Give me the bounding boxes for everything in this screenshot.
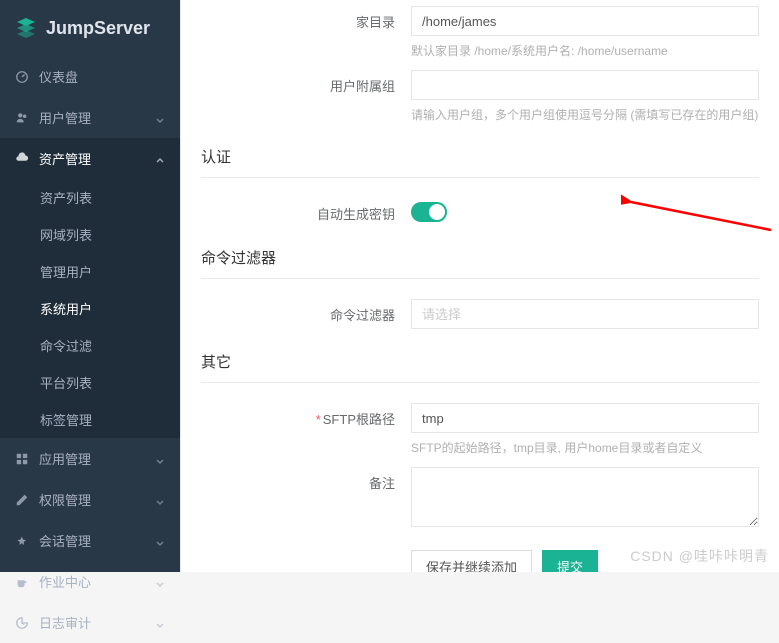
chevron-down-icon: [155, 536, 165, 546]
sidebar-item-label: 仪表盘: [39, 67, 78, 86]
input-home-dir[interactable]: [411, 6, 759, 36]
section-cmd-filter: 命令过滤器: [201, 229, 759, 279]
chevron-up-icon: [155, 154, 165, 164]
label-sftp-root: *SFTP根路径: [201, 403, 411, 457]
sidebar-item-users[interactable]: 用户管理: [0, 97, 180, 138]
sidebar: JumpServer 仪表盘 用户管理 资产管理 资产列表 网域列表 管理用户 …: [0, 0, 180, 572]
row-buttons: 保存并继续添加 提交: [201, 534, 759, 572]
edit-icon: [15, 493, 29, 507]
sidebar-item-label: 应用管理: [39, 449, 91, 468]
chevron-down-icon: [155, 577, 165, 587]
sidebar-item-audit[interactable]: 日志审计: [0, 602, 180, 643]
sub-item-admin-user[interactable]: 管理用户: [0, 253, 180, 290]
sub-item-platform-list[interactable]: 平台列表: [0, 364, 180, 401]
chevron-down-icon: [155, 495, 165, 505]
coffee-icon: [15, 575, 29, 589]
save-continue-button[interactable]: 保存并继续添加: [411, 550, 532, 572]
label-cmd-filter: 命令过滤器: [201, 299, 411, 329]
logo-icon: [14, 16, 38, 40]
main-content: 家目录 默认家目录 /home/系统用户名: /home/username 用户…: [180, 0, 779, 572]
help-sftp-root: SFTP的起始路径，tmp目录, 用户home目录或者自定义: [411, 439, 759, 457]
section-other: 其它: [201, 333, 759, 383]
submit-button[interactable]: 提交: [542, 550, 598, 572]
chevron-down-icon: [155, 618, 165, 628]
section-auth: 认证: [201, 128, 759, 178]
dashboard-icon: [15, 70, 29, 84]
sub-item-asset-list[interactable]: 资产列表: [0, 179, 180, 216]
row-user-groups: 用户附属组 请输入用户组，多个用户组使用逗号分隔 (需填写已存在的用户组): [201, 64, 759, 124]
brand-logo: JumpServer: [0, 0, 180, 56]
sidebar-item-label: 用户管理: [39, 108, 91, 127]
row-cmd-filter: 命令过滤器: [201, 293, 759, 329]
toggle-auto-key[interactable]: [411, 202, 447, 222]
textarea-remark[interactable]: [411, 467, 759, 527]
input-sftp-root[interactable]: [411, 403, 759, 433]
row-sftp-root: *SFTP根路径 SFTP的起始路径，tmp目录, 用户home目录或者自定义: [201, 397, 759, 457]
row-home-dir: 家目录 默认家目录 /home/系统用户名: /home/username: [201, 0, 759, 60]
history-icon: [15, 616, 29, 630]
label-auto-key: 自动生成密钥: [201, 198, 411, 225]
input-user-groups[interactable]: [411, 70, 759, 100]
sidebar-item-apps[interactable]: 应用管理: [0, 438, 180, 479]
toggle-knob: [429, 204, 445, 220]
sub-item-label-mgmt[interactable]: 标签管理: [0, 401, 180, 438]
sidebar-item-label: 权限管理: [39, 490, 91, 509]
row-remark: 备注: [201, 461, 759, 530]
cloud-icon: [15, 152, 29, 166]
sidebar-item-sessions[interactable]: 会话管理: [0, 520, 180, 561]
help-home-dir: 默认家目录 /home/系统用户名: /home/username: [411, 42, 759, 60]
sidebar-item-dashboard[interactable]: 仪表盘: [0, 56, 180, 97]
chevron-down-icon: [155, 113, 165, 123]
sidebar-item-perms[interactable]: 权限管理: [0, 479, 180, 520]
users-icon: [15, 111, 29, 125]
row-auto-key: 自动生成密钥: [201, 192, 759, 225]
sub-item-cmd-filter[interactable]: 命令过滤: [0, 327, 180, 364]
label-remark: 备注: [201, 467, 411, 530]
brand-name: JumpServer: [46, 18, 150, 39]
sidebar-item-jobs[interactable]: 作业中心: [0, 561, 180, 602]
grid-icon: [15, 452, 29, 466]
sidebar-item-assets[interactable]: 资产管理: [0, 138, 180, 179]
sub-item-domain-list[interactable]: 网域列表: [0, 216, 180, 253]
help-user-groups: 请输入用户组，多个用户组使用逗号分隔 (需填写已存在的用户组): [411, 106, 759, 124]
label-home-dir: 家目录: [201, 6, 411, 60]
chevron-down-icon: [155, 454, 165, 464]
sidebar-item-label: 日志审计: [39, 613, 91, 632]
sidebar-item-label: 作业中心: [39, 572, 91, 591]
label-user-groups: 用户附属组: [201, 70, 411, 124]
sidebar-item-label: 会话管理: [39, 531, 91, 550]
sidebar-item-label: 资产管理: [39, 149, 91, 168]
select-cmd-filter[interactable]: [411, 299, 759, 329]
sub-item-system-user[interactable]: 系统用户: [0, 290, 180, 327]
rocket-icon: [15, 534, 29, 548]
